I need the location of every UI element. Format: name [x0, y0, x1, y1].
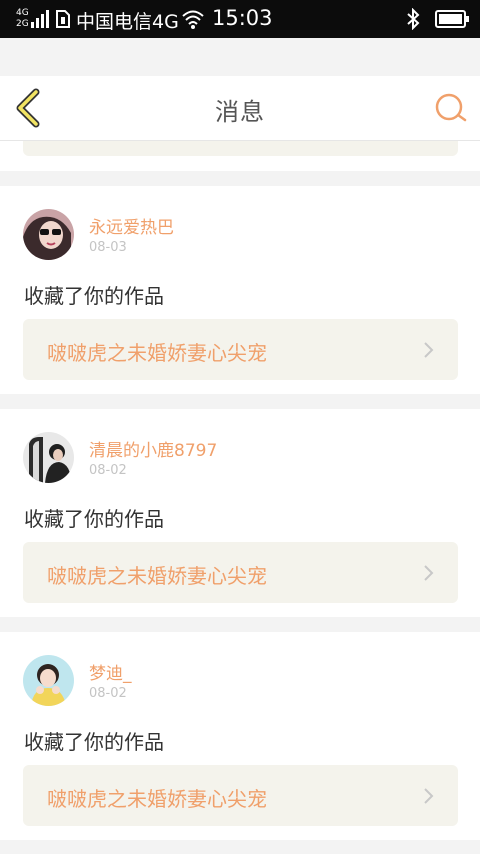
- sender-name[interactable]: 梦迪_: [89, 659, 132, 684]
- work-link[interactable]: 啵啵虎之未婚娇妻心尖宠: [23, 319, 458, 380]
- avatar[interactable]: [23, 432, 74, 483]
- search-icon: [435, 93, 467, 122]
- clock: 15:03: [212, 6, 273, 30]
- network-type: 4G 2G: [16, 8, 29, 30]
- chevron-right-icon: [424, 565, 434, 581]
- work-link[interactable]: 啵啵虎之未婚娇妻心尖宠: [23, 765, 458, 826]
- message-card: 清晨的小鹿8797 08-02 收藏了你的作品 啵啵虎之未婚娇妻心尖宠: [0, 409, 480, 617]
- message-date: 08-02: [89, 686, 127, 701]
- message-text: 收藏了你的作品: [24, 730, 164, 754]
- work-title: 啵啵虎之未婚娇妻心尖宠: [47, 341, 267, 365]
- sim-card-icon: [56, 10, 70, 28]
- message-text: 收藏了你的作品: [24, 507, 164, 531]
- message-card-partial: [0, 141, 480, 171]
- work-title: 啵啵虎之未婚娇妻心尖宠: [47, 787, 267, 811]
- wifi-icon: [182, 10, 204, 29]
- chevron-right-icon: [424, 342, 434, 358]
- message-date: 08-03: [89, 240, 127, 255]
- network-type-bottom: 2G: [16, 19, 29, 29]
- message-text: 收藏了你的作品: [24, 284, 164, 308]
- avatar[interactable]: [23, 655, 74, 706]
- work-link-partial[interactable]: [23, 141, 458, 156]
- message-card: 梦迪_ 08-02 收藏了你的作品 啵啵虎之未婚娇妻心尖宠: [0, 632, 480, 840]
- sender-name[interactable]: 永远爱热巴: [89, 213, 174, 238]
- work-title: 啵啵虎之未婚娇妻心尖宠: [47, 564, 267, 588]
- message-card: 永远爱热巴 08-03 收藏了你的作品 啵啵虎之未婚娇妻心尖宠: [0, 186, 480, 394]
- page-title: 消息: [215, 98, 265, 126]
- sender-name[interactable]: 清晨的小鹿8797: [89, 436, 217, 461]
- header-bar: 消息: [0, 76, 480, 141]
- bluetooth-icon: [407, 8, 420, 30]
- battery-icon: [435, 10, 469, 28]
- carrier-name: 中国电信4G: [76, 11, 179, 33]
- work-link[interactable]: 啵啵虎之未婚娇妻心尖宠: [23, 542, 458, 603]
- avatar[interactable]: [23, 209, 74, 260]
- network-type-top: 4G: [16, 8, 29, 18]
- message-date: 08-02: [89, 463, 127, 478]
- signal-icon: [31, 10, 49, 28]
- chevron-right-icon: [424, 788, 434, 804]
- status-bar: 4G 2G 中国电信4G 15:03: [0, 0, 480, 38]
- search-button[interactable]: [432, 92, 468, 124]
